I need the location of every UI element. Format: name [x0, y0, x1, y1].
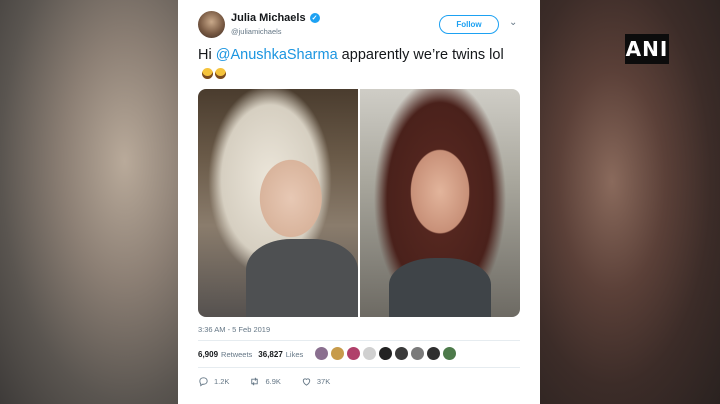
reply-count: 1.2K [214, 377, 230, 386]
verified-badge-icon: ✓ [309, 13, 320, 23]
tweet-text: Hi @AnushkaSharma apparently we’re twins… [198, 46, 528, 82]
avatar[interactable] [198, 11, 225, 38]
mention-link[interactable]: @AnushkaSharma [216, 47, 338, 63]
tweet-card: Julia Michaels ✓ @juliamichaels Follow ⌄… [178, 0, 540, 404]
like-count: 37K [316, 377, 331, 386]
retweets-count[interactable]: 6,909 [198, 350, 218, 359]
tweet-text-suffix: apparently we’re twins lol [337, 47, 504, 63]
photo-grid [198, 89, 520, 317]
tweet-timestamp[interactable]: 3:36 AM - 5 Feb 2019 [198, 325, 270, 334]
author-handle[interactable]: @juliamichaels [231, 27, 282, 36]
reply-button[interactable]: 1.2K [198, 376, 229, 387]
tweet-actions: 1.2K 6.9K 37K [198, 376, 330, 387]
liker-avatar[interactable] [315, 347, 328, 360]
liker-avatar[interactable] [331, 347, 344, 360]
photo-julia[interactable] [198, 89, 358, 317]
divider [198, 340, 520, 341]
retweet-button[interactable]: 6.9K [249, 376, 281, 387]
likes-label[interactable]: Likes [286, 350, 304, 359]
liker-avatar[interactable] [443, 347, 456, 360]
liker-avatar[interactable] [363, 347, 376, 360]
like-icon [302, 378, 311, 386]
divider [198, 367, 520, 368]
blurred-background-left [0, 0, 178, 404]
liker-avatar[interactable] [427, 347, 440, 360]
emoji-icon [215, 67, 226, 79]
liker-avatars [315, 347, 456, 360]
retweet-icon [251, 377, 259, 386]
liker-avatar[interactable] [411, 347, 424, 360]
engagement-stats: 6,909 Retweets 36,827 Likes [198, 350, 303, 359]
emoji-icon [202, 67, 213, 79]
liker-avatar[interactable] [395, 347, 408, 360]
retweets-label[interactable]: Retweets [221, 350, 252, 359]
likes-count[interactable]: 36,827 [258, 350, 282, 359]
emoji-pair [202, 64, 228, 82]
tweet-text-prefix: Hi [198, 47, 216, 63]
author-name-row[interactable]: Julia Michaels ✓ [231, 12, 320, 24]
chevron-down-icon[interactable]: ⌄ [509, 17, 517, 28]
reply-icon [199, 377, 208, 387]
display-name[interactable]: Julia Michaels [231, 12, 306, 24]
like-button[interactable]: 37K [301, 376, 330, 387]
ani-logo: ANI [625, 34, 669, 64]
liker-avatar[interactable] [379, 347, 392, 360]
photo-anushka[interactable] [360, 89, 520, 317]
follow-button[interactable]: Follow [439, 15, 499, 34]
retweet-count: 6.9K [265, 377, 281, 386]
liker-avatar[interactable] [347, 347, 360, 360]
